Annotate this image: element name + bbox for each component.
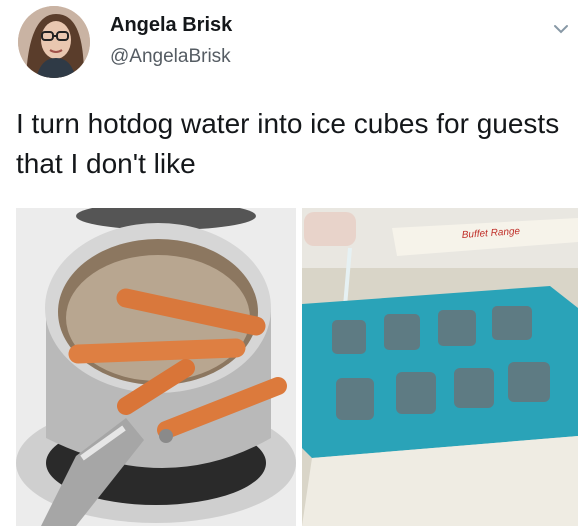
tweet-text: I turn hotdog water into ice cubes for g…	[16, 108, 560, 179]
ice-cube-tray-photo[interactable]: Buffet Range	[302, 208, 578, 526]
user-handle[interactable]: @AngelaBrisk	[110, 46, 231, 68]
tweet-media[interactable]: Buffet Range	[16, 208, 578, 526]
avatar[interactable]	[18, 6, 90, 78]
display-name[interactable]: Angela Brisk	[110, 14, 232, 37]
tweet-card: Angela Brisk @AngelaBrisk I turn hotdog …	[0, 0, 582, 532]
avatar-image	[18, 6, 90, 78]
hotdog-pot-photo[interactable]	[16, 208, 296, 526]
chevron-down-icon[interactable]	[550, 18, 572, 40]
